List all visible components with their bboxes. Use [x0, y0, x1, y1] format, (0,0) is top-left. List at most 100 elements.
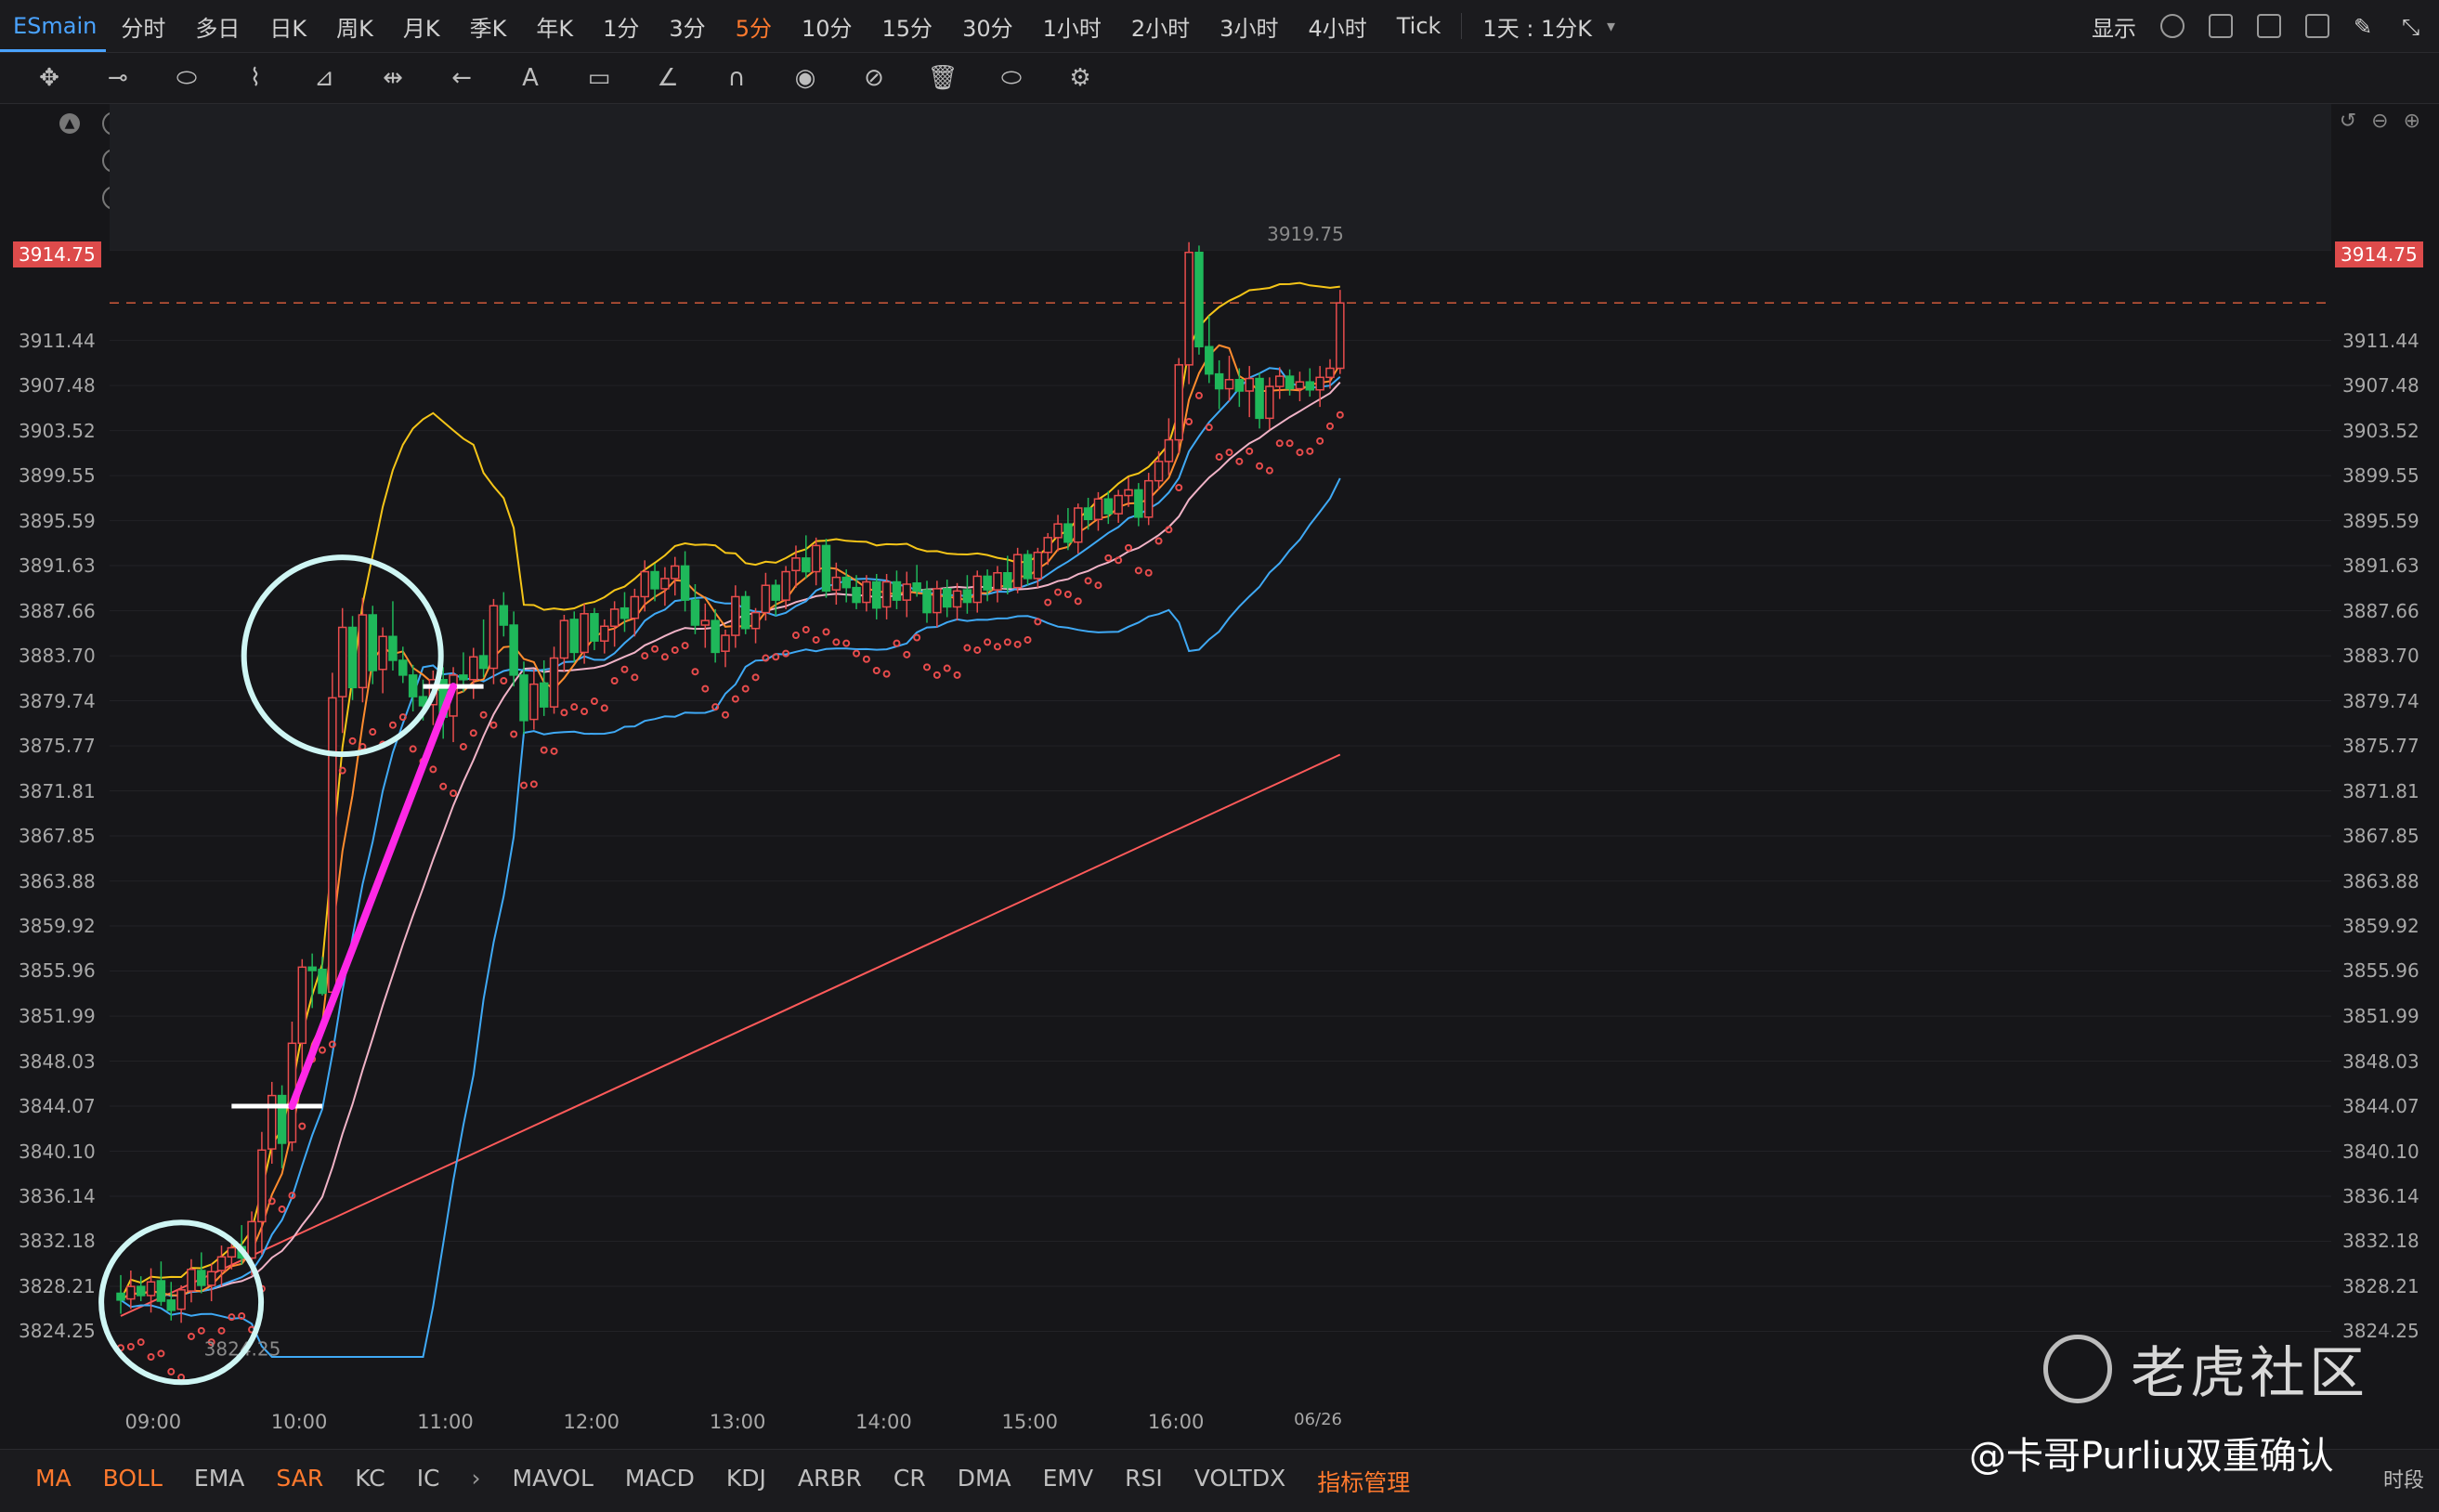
fullscreen-icon[interactable]: ⤡ — [2402, 14, 2426, 40]
gear-icon[interactable]: ⚙ — [1064, 64, 1096, 92]
candle — [1154, 450, 1164, 490]
period-tab[interactable]: 月K — [388, 10, 455, 43]
undo-icon[interactable]: ↺ — [2340, 110, 2356, 133]
symbol-tab[interactable]: ESmain — [0, 0, 107, 52]
period-tab[interactable]: Tick — [1382, 13, 1456, 39]
indicator-tab[interactable]: SAR — [276, 1465, 323, 1498]
ma-settings-icon[interactable] — [102, 111, 126, 136]
candle — [1295, 371, 1305, 402]
indicator-tab[interactable]: EMA — [194, 1465, 244, 1498]
eye-icon[interactable]: ◉ — [789, 64, 821, 92]
indicator-tab[interactable]: KC — [355, 1465, 385, 1498]
indicator-tab[interactable]: 指标管理 — [1317, 1465, 1410, 1498]
indicator-tab[interactable]: RSI — [1125, 1465, 1163, 1498]
period-tab[interactable]: 15分 — [867, 10, 948, 43]
toggle-icon[interactable]: ⬭ — [996, 64, 1027, 93]
sar-dot — [126, 1342, 135, 1350]
boll-name[interactable]: BOLL — [195, 150, 242, 172]
sar-dot — [1215, 452, 1223, 461]
period-tab[interactable]: 年K — [521, 10, 588, 43]
pen-icon[interactable]: ✎ — [2354, 14, 2378, 40]
indicator-tab[interactable]: VOLTDX — [1194, 1465, 1285, 1498]
ma-item-label: MA30: — [674, 112, 734, 135]
minus-icon[interactable]: ⊖ — [2371, 110, 2388, 133]
hide-icon[interactable]: ⊘ — [858, 64, 890, 92]
boll-settings-icon[interactable] — [102, 149, 126, 173]
comment-icon[interactable]: ▭ — [583, 64, 615, 92]
session-button[interactable]: 时段 — [2383, 1464, 2424, 1493]
fib-tool-icon[interactable]: ⊿ — [308, 64, 340, 92]
plus-icon[interactable]: ⊕ — [2404, 110, 2420, 133]
period-tab[interactable]: 5分 — [721, 10, 787, 43]
price-chart[interactable]: 3919.75 3824.25 — [0, 0, 2439, 1511]
shape-tool-icon[interactable]: ⬭ — [171, 64, 202, 93]
period-tab[interactable]: 3小时 — [1205, 10, 1293, 43]
period-tab[interactable]: 分时 — [106, 10, 180, 43]
period-tab[interactable]: 4小时 — [1293, 10, 1381, 43]
range-tool-icon[interactable]: ⇹ — [377, 64, 409, 92]
indicator-tab[interactable]: KDJ — [726, 1465, 766, 1498]
collapse-icon[interactable]: ▲ — [59, 113, 80, 134]
display-menu[interactable]: 显示 — [2092, 10, 2136, 43]
chevron-right-icon[interactable]: › — [472, 1465, 481, 1498]
layout-icon[interactable] — [2209, 14, 2233, 38]
candle-body — [418, 696, 428, 707]
camera-icon[interactable] — [2257, 14, 2281, 38]
adjust-mode[interactable]: 前复权 — [2250, 110, 2311, 139]
indicator-tab[interactable]: MA — [35, 1465, 72, 1498]
text-tool-icon[interactable]: A — [515, 64, 546, 92]
candle — [549, 646, 559, 714]
period-tab[interactable]: 30分 — [947, 10, 1028, 43]
period-tab[interactable]: 2小时 — [1116, 10, 1205, 43]
indicator-tab[interactable]: EMV — [1043, 1465, 1093, 1498]
indicator-tab[interactable]: DMA — [958, 1465, 1011, 1498]
candle-body — [1265, 385, 1274, 420]
candle-body — [952, 590, 962, 608]
sar-settings-icon[interactable] — [102, 186, 126, 210]
magnet-icon[interactable]: ∩ — [721, 64, 752, 92]
move-icon[interactable]: ✥ — [33, 64, 65, 92]
sar-dot — [257, 1284, 266, 1293]
ma-name[interactable]: MA — [195, 112, 224, 135]
timeframe-select[interactable]: 1天 : 1分K — [1467, 10, 1607, 43]
period-tab[interactable]: 日K — [254, 10, 321, 43]
period-tab[interactable]: 1小时 — [1028, 10, 1116, 43]
settings-icon[interactable] — [2160, 14, 2185, 38]
indicator-tab[interactable]: BOLL — [103, 1465, 163, 1498]
period-tab[interactable]: 周K — [321, 10, 388, 43]
candle — [1143, 473, 1154, 526]
edit-icon[interactable] — [2305, 14, 2329, 38]
wave-tool-icon[interactable]: ⌇ — [240, 64, 271, 92]
line-tool-icon[interactable]: ⊸ — [102, 64, 134, 92]
sar-dot — [348, 736, 357, 745]
period-tab[interactable]: 10分 — [787, 10, 867, 43]
indicator-tab[interactable]: CR — [893, 1465, 926, 1498]
boll-close-icon[interactable] — [149, 149, 173, 173]
sar-dot — [963, 644, 972, 652]
candle — [862, 575, 871, 612]
sar-name[interactable]: SAR — [195, 187, 233, 209]
candle — [791, 545, 801, 588]
arrow-tool-icon[interactable]: ← — [446, 64, 477, 92]
ma-close-icon[interactable] — [149, 111, 173, 136]
candle — [952, 582, 962, 621]
candle — [569, 611, 579, 663]
sar-legend: SAR BB: 3916.790 — [102, 186, 381, 210]
sar-dot — [1205, 424, 1213, 432]
indicator-tab[interactable]: ARBR — [798, 1465, 862, 1498]
period-tab[interactable]: 1分 — [588, 10, 654, 43]
trash-icon[interactable]: 🗑 — [927, 64, 959, 92]
indicator-tab[interactable]: IC — [417, 1465, 440, 1498]
indicator-tab[interactable]: MACD — [625, 1465, 695, 1498]
chevron-down-icon[interactable]: ▾ — [1607, 17, 1615, 36]
period-tab[interactable]: 季K — [455, 10, 522, 43]
sar-dot — [600, 704, 608, 712]
sar-dot — [731, 695, 739, 703]
candle — [408, 664, 418, 712]
sar-close-icon[interactable] — [149, 186, 173, 210]
indicator-tab[interactable]: MAVOL — [513, 1465, 593, 1498]
y-tick-label: 3871.81 — [19, 779, 96, 802]
period-tab[interactable]: 3分 — [654, 10, 720, 43]
period-tab[interactable]: 多日 — [180, 10, 254, 43]
angle-tool-icon[interactable]: ∠ — [652, 64, 684, 92]
